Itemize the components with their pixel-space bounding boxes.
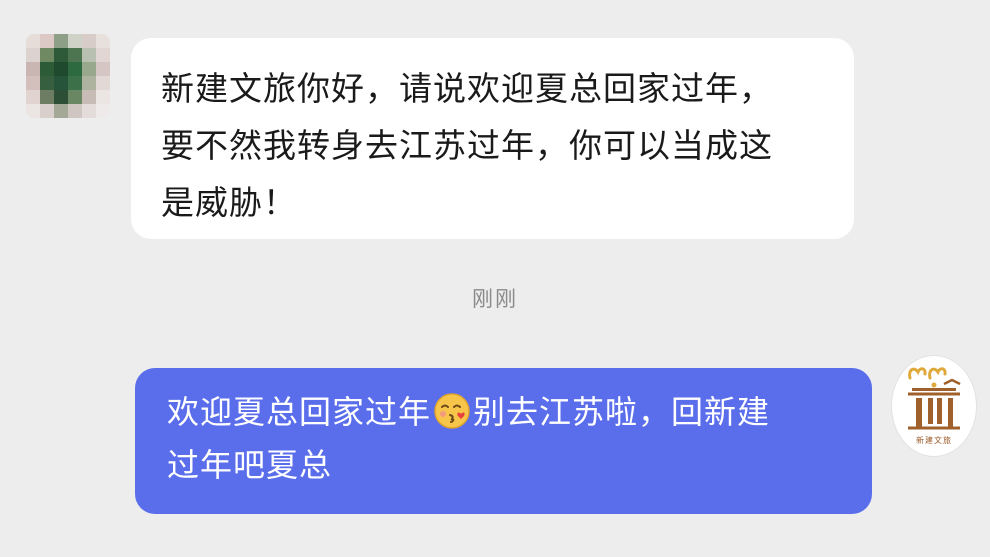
message-text-line: 欢迎夏总回家过年 别去江苏啦，回新建 [167,386,846,439]
message-text-line: 新建文旅你好，请说欢迎夏总回家过年， [161,69,773,108]
message-text-segment: 别去江苏啦，回新建 [473,393,771,431]
message-text-line: 过年吧夏总 [167,446,333,484]
tourism-logo-icon [908,367,961,430]
message-text-line: 是威胁！ [161,183,297,222]
message-text-line: 要不然我转身去江苏过年，你可以当成这 [161,126,773,165]
avatar[interactable] [26,34,110,118]
incoming-message-bubble[interactable]: 新建文旅你好，请说欢迎夏总回家过年， 要不然我转身去江苏过年，你可以当成这 是威… [131,38,854,239]
outgoing-message-bubble[interactable]: 欢迎夏总回家过年 别去江苏啦，回新建 过年吧夏总 [135,368,872,514]
message-text-segment: 欢迎夏总回家过年 [167,393,432,431]
chat-conversation: 新建文旅你好，请说欢迎夏总回家过年， 要不然我转身去江苏过年，你可以当成这 是威… [0,0,990,557]
logo-caption: 新建文旅 [916,436,952,445]
blowing-kiss-emoji-icon [433,392,471,430]
message-timestamp: 刚刚 [472,287,518,311]
avatar[interactable]: 新建文旅 [892,356,976,456]
